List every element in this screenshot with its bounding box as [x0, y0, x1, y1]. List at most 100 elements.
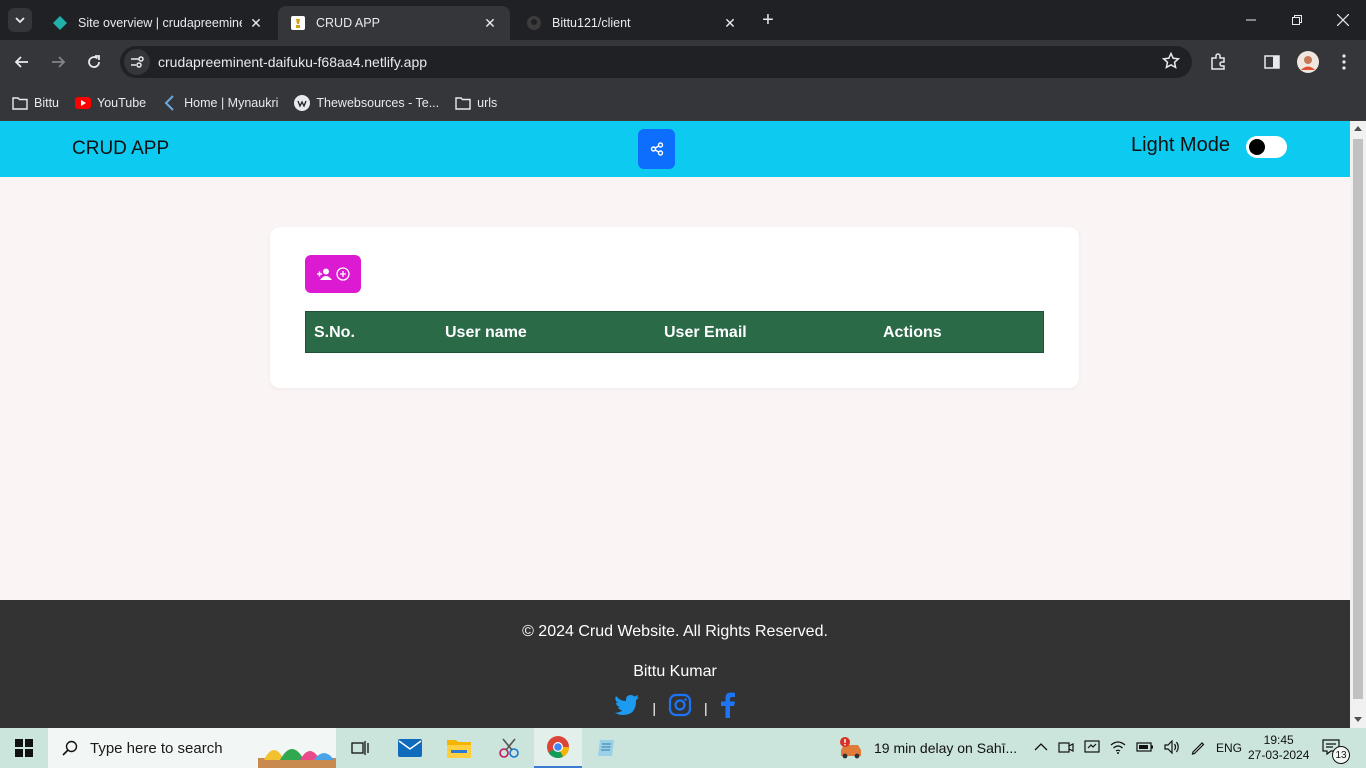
folder-icon	[12, 95, 28, 111]
system-tray: ENG	[1034, 728, 1242, 768]
bookmarks-bar: Bittu YouTube Home | Mynaukri Thewebsour…	[0, 86, 1366, 121]
mail-icon	[398, 739, 422, 757]
tab-crud-app[interactable]: CRUD APP ✕	[278, 6, 510, 40]
taskbar-search[interactable]: Type here to search	[48, 728, 336, 768]
page-footer: © 2024 Crud Website. All Rights Reserved…	[0, 600, 1350, 728]
scroll-up-icon[interactable]	[1354, 126, 1362, 131]
chrome-app[interactable]	[534, 728, 582, 768]
page-scrollbar[interactable]	[1350, 121, 1366, 728]
bookmark-label: urls	[477, 96, 498, 110]
websources-icon	[294, 95, 311, 111]
toggle-knob	[1249, 139, 1265, 155]
close-tab-icon[interactable]: ✕	[482, 15, 498, 31]
address-bar[interactable]: crudapreeminent-daifuku-f68aa4.netlify.a…	[120, 46, 1192, 78]
bookmark-label: Home | Mynaukri	[184, 96, 279, 110]
clock-date: 27-03-2024	[1248, 748, 1310, 762]
bookmark-thewebsources[interactable]: Thewebsources - Te...	[294, 95, 439, 111]
task-view-button[interactable]	[336, 728, 384, 768]
notepad-app[interactable]	[583, 728, 631, 768]
bookmark-bittu[interactable]: Bittu	[12, 95, 59, 111]
folder-icon	[455, 95, 471, 111]
news-headline: 19 min delay on Sahī...	[874, 740, 1018, 756]
bookmark-youtube[interactable]: YouTube	[75, 95, 146, 111]
user-plus-icon	[317, 268, 332, 280]
instagram-icon[interactable]	[668, 693, 692, 722]
social-links: | |	[0, 692, 1350, 723]
youtube-icon	[75, 95, 92, 111]
users-table-header: S.No. User name User Email Actions	[305, 311, 1044, 353]
meet-now-icon[interactable]	[1058, 739, 1074, 758]
profile-avatar[interactable]	[1294, 48, 1322, 76]
tab-site-overview[interactable]: Site overview | crudapreeminent ✕	[40, 6, 276, 40]
app-navbar: CRUD APP Light Mode	[0, 121, 1350, 177]
pen-icon[interactable]	[1190, 739, 1206, 758]
close-window-button[interactable]	[1320, 0, 1366, 40]
share-icon	[650, 142, 663, 156]
notification-center[interactable]: 13	[1322, 728, 1350, 768]
arrow-right-icon	[52, 56, 66, 68]
copyright-text: © 2024 Crud Website. All Rights Reserved…	[522, 623, 828, 640]
screen-capture-icon[interactable]	[1084, 739, 1100, 758]
share-button[interactable]	[638, 129, 675, 169]
author-name: Bittu Kumar	[633, 663, 717, 680]
close-tab-icon[interactable]: ✕	[722, 15, 738, 31]
reload-button[interactable]	[80, 48, 108, 76]
bookmark-star-icon[interactable]	[1161, 51, 1181, 75]
battery-icon[interactable]	[1136, 741, 1154, 756]
column-header-email: User Email	[664, 324, 747, 341]
separator: |	[652, 699, 656, 716]
chevron-up-icon[interactable]	[1034, 741, 1048, 755]
site-info-icon[interactable]	[124, 49, 150, 75]
bookmark-label: YouTube	[97, 96, 147, 110]
bookmark-label: Thewebsources - Te...	[316, 96, 440, 110]
snipping-tool-app[interactable]	[485, 728, 533, 768]
crud-app-favicon-icon	[290, 15, 306, 31]
start-button[interactable]	[0, 728, 48, 768]
back-button[interactable]	[8, 48, 36, 76]
scrollbar-thumb[interactable]	[1353, 139, 1363, 699]
bookmark-mynaukri[interactable]: Home | Mynaukri	[162, 95, 278, 111]
tab-title: CRUD APP	[316, 16, 380, 30]
bookmark-urls[interactable]: urls	[455, 95, 497, 111]
windows-taskbar: Type here to search 19 min delay on Sahī…	[0, 728, 1366, 768]
add-user-button[interactable]	[305, 255, 361, 293]
tab-title: Site overview | crudapreeminent	[78, 16, 242, 30]
extensions-button[interactable]	[1204, 48, 1232, 76]
arrow-left-icon	[14, 56, 28, 68]
facebook-icon[interactable]	[720, 692, 736, 723]
restore-button[interactable]	[1274, 0, 1320, 40]
search-placeholder: Type here to search	[90, 739, 223, 757]
tab-github-client[interactable]: Bittu121/client ✕	[514, 6, 750, 40]
plus-circle-icon	[336, 267, 350, 281]
new-tab-button[interactable]: +	[756, 8, 780, 32]
theme-toggle[interactable]	[1246, 136, 1287, 158]
speaker-icon[interactable]	[1164, 739, 1180, 757]
close-tab-icon[interactable]: ✕	[248, 15, 264, 31]
tab-search-button[interactable]	[8, 8, 32, 32]
forward-button[interactable]	[44, 48, 72, 76]
search-icon	[62, 740, 78, 756]
browser-toolbar: crudapreeminent-daifuku-f68aa4.netlify.a…	[0, 40, 1366, 86]
app-brand[interactable]: CRUD APP	[72, 138, 169, 160]
windows-logo-icon	[15, 739, 33, 757]
twitter-icon[interactable]	[614, 694, 640, 721]
reload-icon	[88, 55, 100, 68]
chevron-down-icon	[15, 17, 25, 24]
column-header-sno: S.No.	[314, 324, 355, 341]
input-language[interactable]: ENG	[1216, 741, 1242, 755]
clock[interactable]: 19:45 27-03-2024	[1248, 728, 1309, 768]
chrome-icon	[547, 736, 569, 758]
scroll-down-icon[interactable]	[1354, 717, 1362, 722]
url-text[interactable]: crudapreeminent-daifuku-f68aa4.netlify.a…	[158, 54, 427, 70]
menu-button[interactable]	[1330, 48, 1358, 76]
side-panel-button[interactable]	[1258, 48, 1286, 76]
browser-tab-strip: Site overview | crudapreeminent ✕ CRUD A…	[0, 0, 1366, 40]
scissors-icon	[499, 738, 519, 758]
file-explorer-app[interactable]	[435, 728, 483, 768]
clock-time: 19:45	[1263, 733, 1294, 747]
mail-app[interactable]	[386, 728, 434, 768]
wifi-icon[interactable]	[1110, 740, 1126, 757]
github-icon	[526, 15, 542, 31]
news-widget[interactable]: 19 min delay on Sahī...	[838, 728, 1017, 768]
minimize-button[interactable]	[1228, 0, 1274, 40]
